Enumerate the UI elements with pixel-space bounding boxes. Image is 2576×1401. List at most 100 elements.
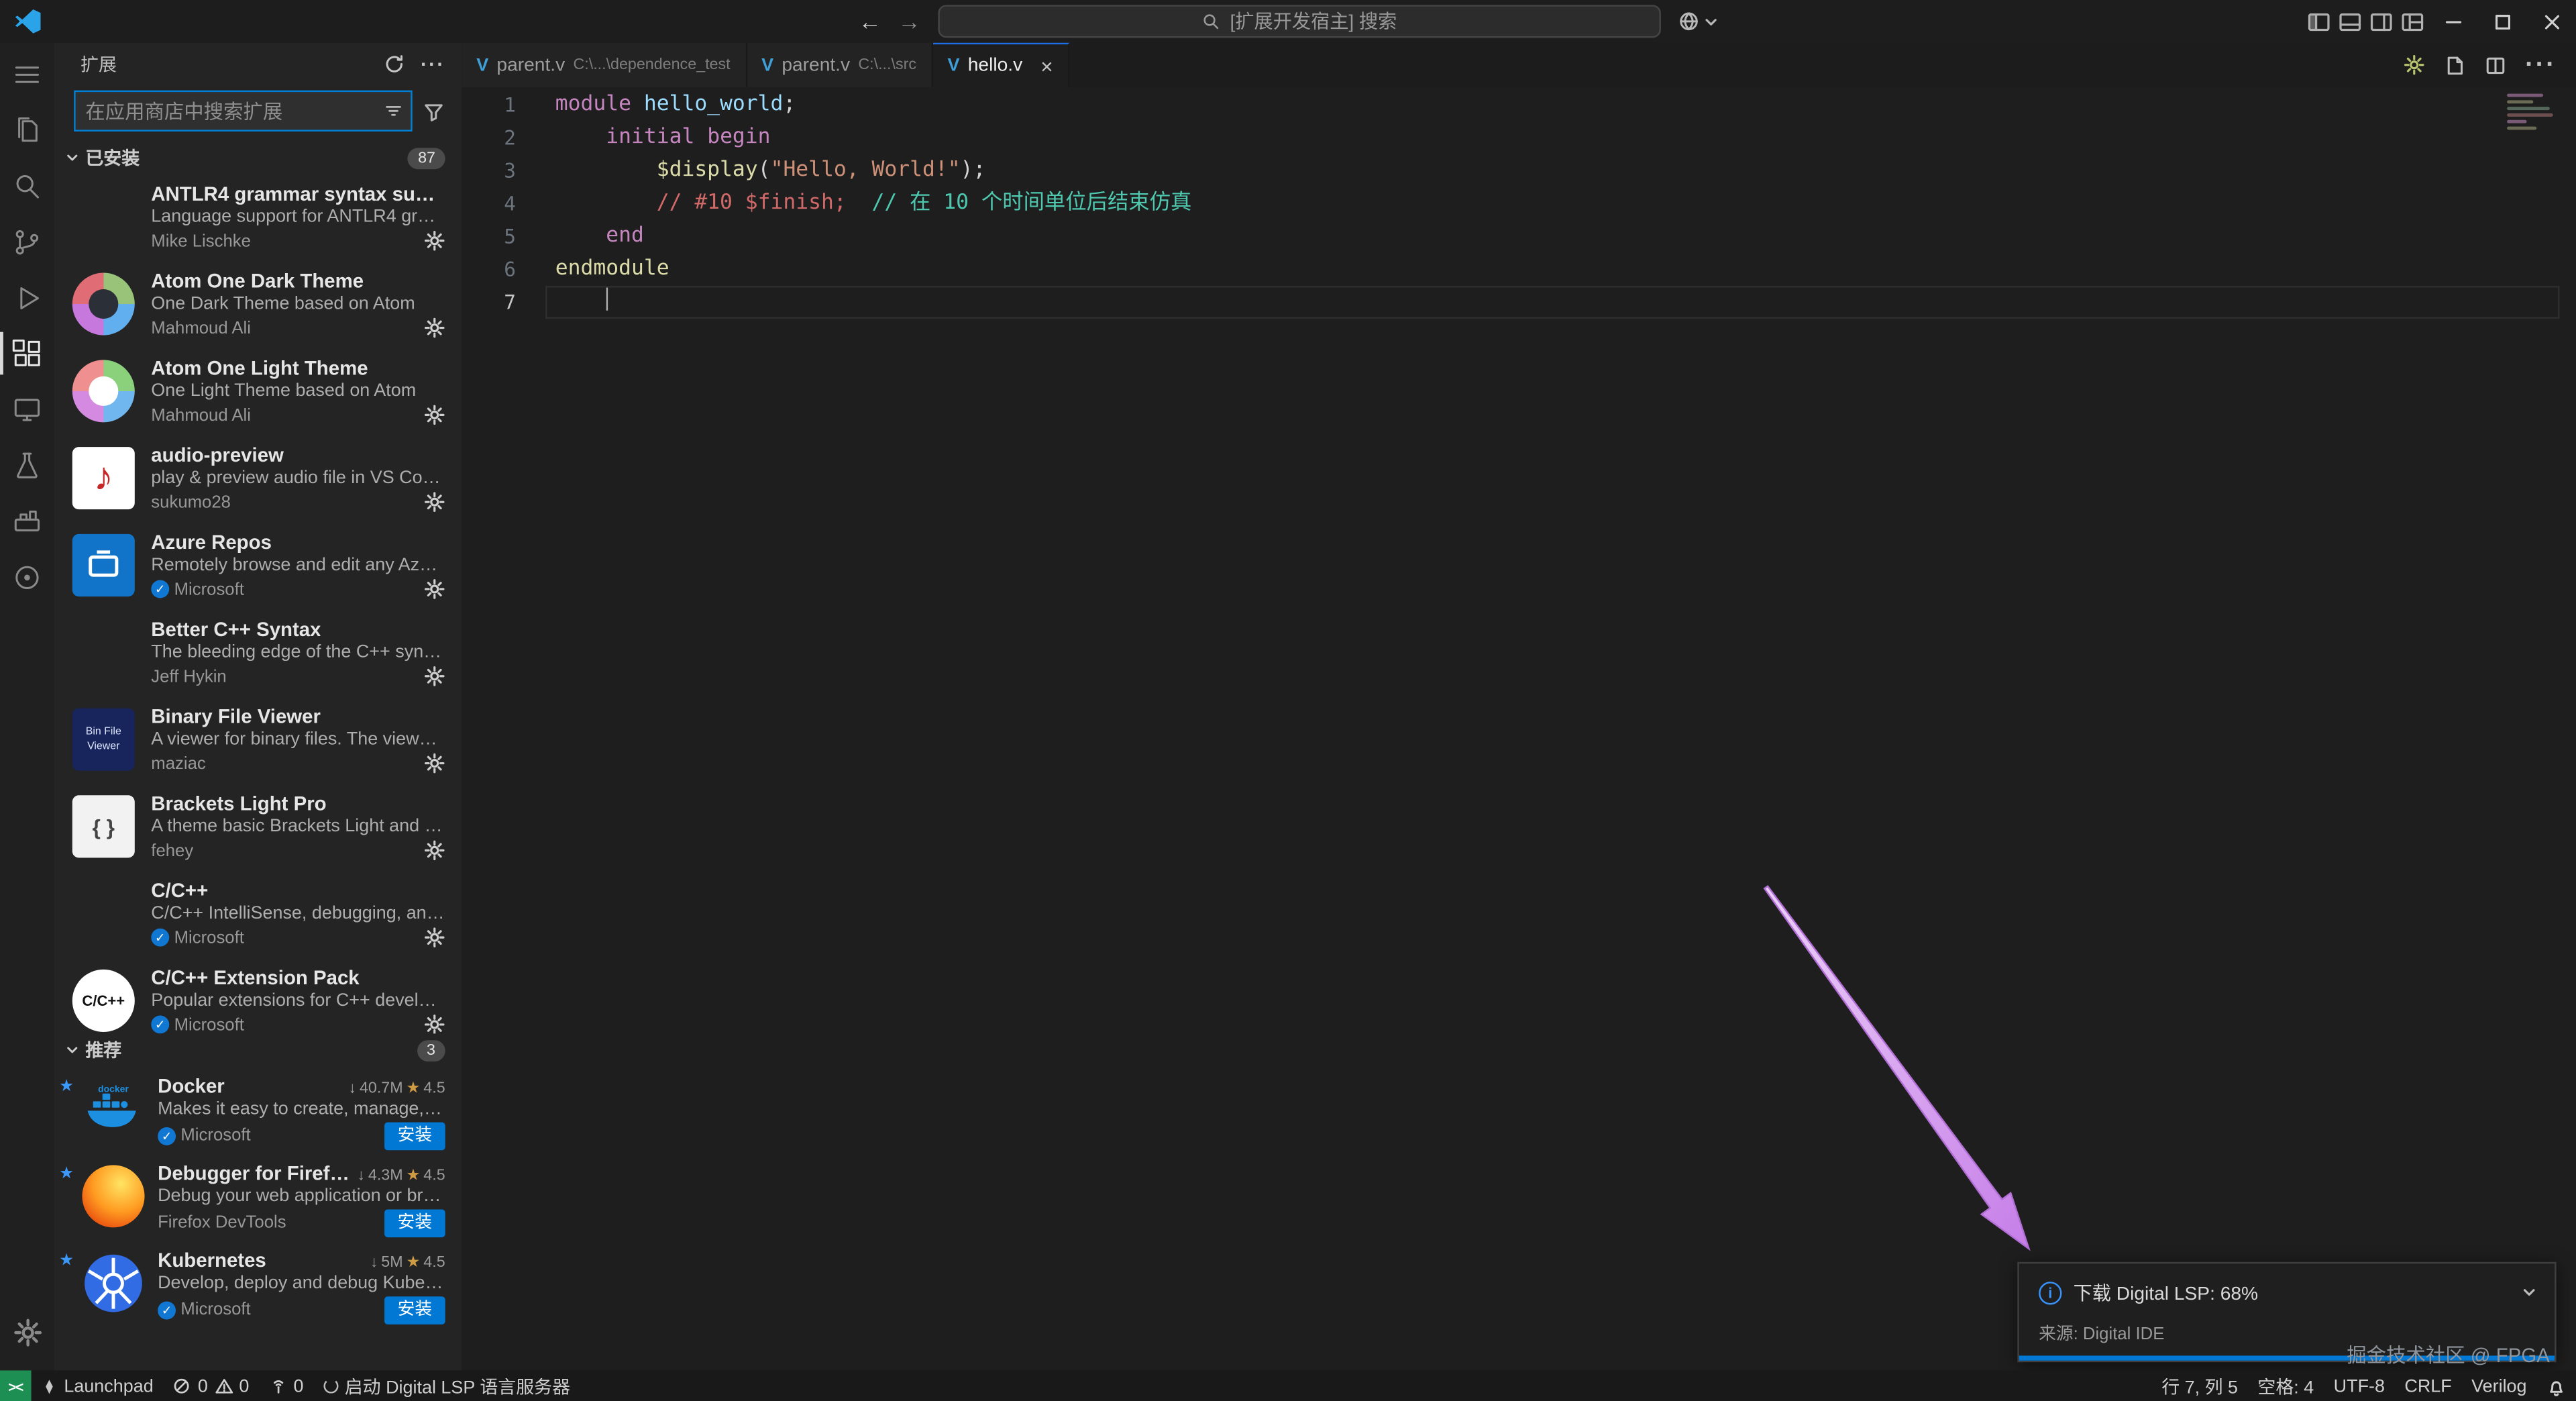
launchpad-item[interactable]: Launchpad	[31, 1370, 163, 1401]
browser-profile-icon[interactable]	[1676, 10, 1717, 33]
extension-description: Remotely browse and edit any Azure Repos	[151, 556, 445, 575]
remote-explorer-icon[interactable]	[0, 381, 54, 437]
digital-ide-icon[interactable]	[0, 549, 54, 605]
extension-item[interactable]: C/C++C/C++ Extension PackPopular extensi…	[54, 958, 462, 1034]
eol-item[interactable]: CRLF	[2395, 1370, 2462, 1401]
extension-item[interactable]: { }Brackets Light ProA theme basic Brack…	[54, 784, 462, 871]
indentation-item[interactable]: 空格: 4	[2248, 1370, 2324, 1401]
launchpad-label: Launchpad	[64, 1376, 153, 1396]
extension-item[interactable]: ANTLR4 grammar syntax supportLanguage su…	[54, 174, 462, 262]
extension-item[interactable]: C/C++C/C++ IntelliSense, debugging, and …	[54, 871, 462, 958]
extension-item[interactable]: Azure ReposRemotely browse and edit any …	[54, 523, 462, 610]
extension-item[interactable]: ★Kubernetes↓5M ★4.5Develop, deploy and d…	[54, 1241, 462, 1328]
extension-item[interactable]: Better C++ SyntaxThe bleeding edge of th…	[54, 610, 462, 697]
extension-item[interactable]: ★dockerDocker↓40.7M ★4.5Makes it easy to…	[54, 1066, 462, 1153]
extension-icon: C/C++	[69, 966, 138, 1033]
extensions-icon[interactable]	[0, 325, 54, 381]
manage-extension-gear-icon[interactable]	[424, 666, 445, 687]
code-line[interactable]: 2 initial begin	[462, 121, 2576, 154]
minimize-button[interactable]	[2428, 0, 2477, 43]
language-mode-item[interactable]: Verilog	[2461, 1370, 2536, 1401]
cursor-position-item[interactable]: 行 7, 列 5	[2152, 1370, 2248, 1401]
manage-extension-gear-icon[interactable]	[424, 404, 445, 425]
extension-item[interactable]: ♪audio-previewplay & preview audio file …	[54, 435, 462, 523]
extension-item[interactable]: ★Debugger for Firefox↓4.3M ★4.5Debug you…	[54, 1153, 462, 1241]
toggle-primary-sidebar-icon[interactable]	[2303, 0, 2334, 43]
digital-ide-action-icon[interactable]	[2404, 54, 2425, 76]
code-line[interactable]: 3 $display("Hello, World!");	[462, 154, 2576, 187]
manage-extension-gear-icon[interactable]	[424, 230, 445, 252]
filter-icon[interactable]	[419, 96, 448, 125]
extensions-search-box[interactable]	[74, 91, 412, 132]
filter-list-icon[interactable]	[383, 100, 405, 121]
manage-extension-gear-icon[interactable]	[424, 753, 445, 774]
manage-extension-gear-icon[interactable]	[424, 839, 445, 861]
code-editor[interactable]: 1module hello_world;2 initial begin3 $di…	[462, 87, 2576, 1371]
install-button[interactable]: 安装	[384, 1123, 445, 1149]
editor-actions: ···	[2384, 43, 2576, 87]
lsp-status-item[interactable]: 启动 Digital LSP 语言服务器	[313, 1370, 580, 1401]
manage-extension-gear-icon[interactable]	[424, 578, 445, 600]
forward-button[interactable]: →	[898, 8, 920, 34]
toggle-secondary-sidebar-icon[interactable]	[2366, 0, 2398, 43]
code-line[interactable]: 4 // #10 $finish; // 在 10 个时间单位后结束仿真	[462, 187, 2576, 220]
tab-bar: V parent.v C:\...\dependence_test V pare…	[462, 43, 2576, 87]
notifications-bell-icon[interactable]	[2536, 1370, 2576, 1401]
remote-indicator[interactable]: ><	[0, 1370, 31, 1401]
split-editor-icon[interactable]	[2484, 54, 2507, 76]
refresh-icon[interactable]	[383, 52, 406, 75]
manage-extension-gear-icon[interactable]	[424, 927, 445, 948]
installed-section-header[interactable]: 已安装 87	[54, 142, 462, 174]
manage-extension-gear-icon[interactable]	[424, 1014, 445, 1033]
minimap[interactable]	[2507, 94, 2553, 130]
extensions-search-input[interactable]	[85, 99, 382, 122]
extension-description: A viewer for binary files. The viewer ca…	[151, 729, 445, 749]
code-line[interactable]: 7	[462, 286, 2576, 319]
open-changes-icon[interactable]	[2443, 54, 2466, 76]
extension-publisher: ✓Microsoft	[158, 1300, 251, 1320]
extension-item[interactable]: Atom One Light ThemeOne Light Theme base…	[54, 348, 462, 435]
editor-group: V parent.v C:\...\dependence_test V pare…	[462, 43, 2576, 1371]
tab-hello-v[interactable]: V hello.v ×	[932, 43, 1069, 87]
code-line[interactable]: 6endmodule	[462, 253, 2576, 286]
extension-item[interactable]: Atom One Dark ThemeOne Dark Theme based …	[54, 261, 462, 348]
settings-gear-icon[interactable]	[0, 1304, 54, 1360]
notification-title: 下载 Digital LSP: 68%	[2074, 1280, 2509, 1306]
ports-icon	[269, 1377, 287, 1395]
more-actions-icon[interactable]: ···	[2525, 50, 2556, 80]
close-tab-icon[interactable]: ×	[1040, 54, 1053, 79]
installed-section-label: 已安装	[85, 145, 140, 171]
close-button[interactable]	[2527, 0, 2576, 43]
source-control-icon[interactable]	[0, 213, 54, 269]
tab-parent-v-src[interactable]: V parent.v C:\...\src	[747, 43, 932, 87]
ports-item[interactable]: 0	[259, 1370, 313, 1401]
back-button[interactable]: ←	[859, 8, 881, 34]
tab-parent-v-dependence[interactable]: V parent.v C:\...\dependence_test	[462, 43, 747, 87]
manage-extension-gear-icon[interactable]	[424, 317, 445, 339]
containers-icon[interactable]	[0, 493, 54, 549]
customize-layout-icon[interactable]	[2397, 0, 2428, 43]
extension-item[interactable]: Bin FileViewerBinary File ViewerA viewer…	[54, 696, 462, 784]
extension-stats: ↓40.7M ★4.5	[342, 1080, 445, 1098]
code-line[interactable]: 1module hello_world;	[462, 89, 2576, 121]
downloads-icon: ↓	[348, 1080, 356, 1098]
toggle-panel-icon[interactable]	[2334, 0, 2366, 43]
chevron-down-icon[interactable]	[2520, 1284, 2538, 1302]
recommended-section-header[interactable]: 推荐 3	[54, 1033, 462, 1066]
extension-description: One Dark Theme based on Atom	[151, 294, 445, 313]
install-button[interactable]: 安装	[384, 1296, 445, 1323]
explorer-icon[interactable]	[0, 102, 54, 158]
encoding-item[interactable]: UTF-8	[2324, 1370, 2395, 1401]
menu-icon[interactable]	[0, 46, 54, 102]
command-center-search[interactable]: [扩展开发宿主] 搜索	[937, 5, 1660, 38]
problems-item[interactable]: 0 0	[163, 1370, 259, 1401]
manage-extension-gear-icon[interactable]	[424, 491, 445, 513]
extension-publisher: ✓Microsoft	[151, 927, 244, 947]
run-debug-icon[interactable]	[0, 270, 54, 325]
search-icon[interactable]	[0, 158, 54, 213]
install-button[interactable]: 安装	[384, 1209, 445, 1236]
testing-icon[interactable]	[0, 437, 54, 492]
maximize-button[interactable]	[2477, 0, 2526, 43]
more-actions-icon[interactable]: ···	[421, 52, 445, 75]
code-line[interactable]: 5 end	[462, 220, 2576, 253]
